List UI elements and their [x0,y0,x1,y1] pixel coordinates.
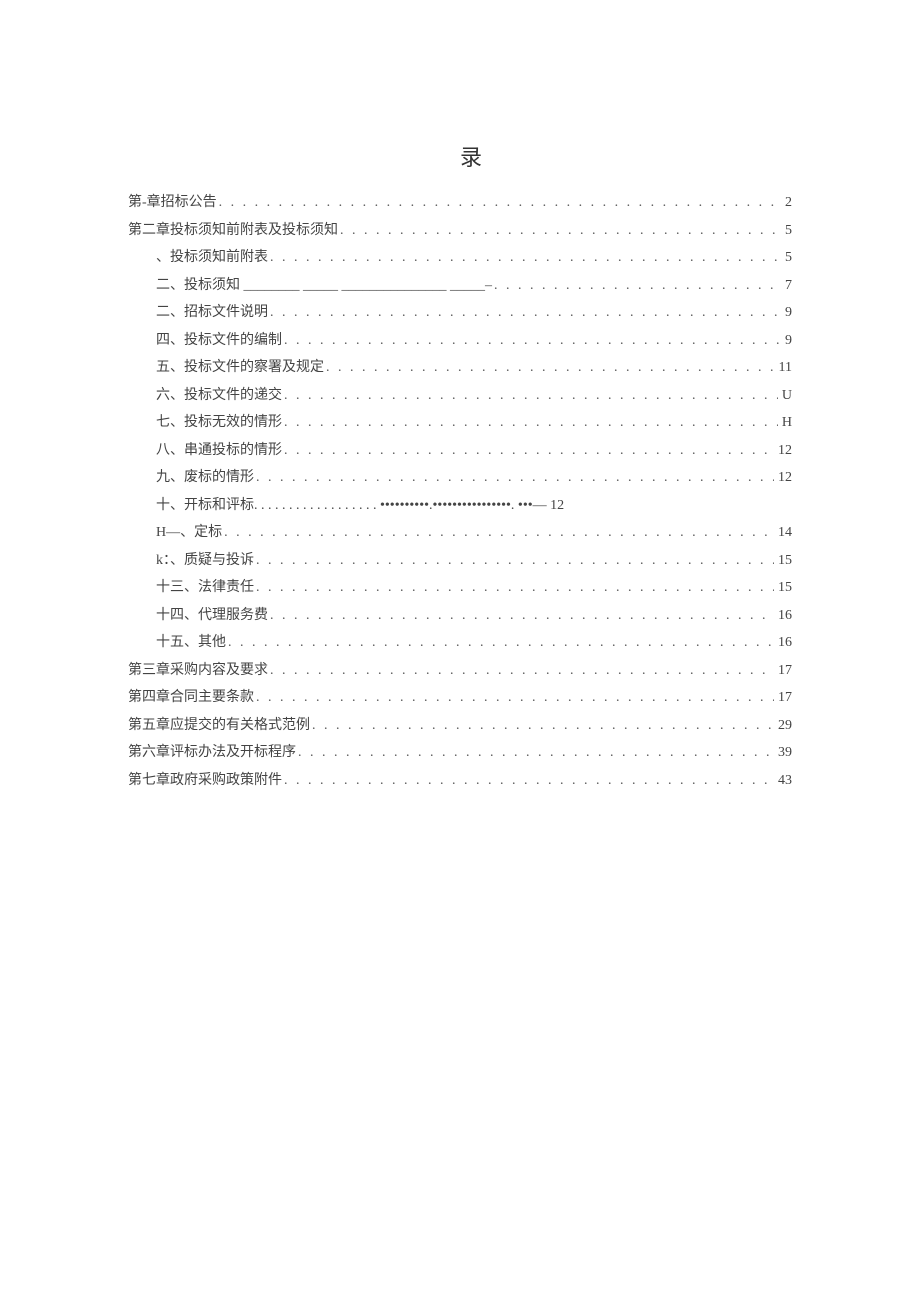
toc-page-number: 5 [783,224,792,238]
toc-page-number: 43 [776,774,792,788]
toc-leader [270,609,774,623]
toc-title: 录 [128,140,792,172]
toc-entry-label: 第四章合同主要条款 [128,691,254,705]
toc-entry-label: 五、投标文件的察署及规定 [156,361,324,375]
toc-leader [224,526,774,540]
toc-page-number: 29 [776,719,792,733]
toc-leader [284,416,778,430]
toc-page-number: H [780,416,792,430]
toc-leader [312,719,774,733]
toc-row: 第-章招标公告 2 [128,196,792,210]
toc-row: 四、投标文件的编制 9 [128,334,792,348]
toc-leader [219,196,781,210]
toc-row: 十五、其他 16 [128,636,792,650]
toc-page-number: 17 [776,691,792,705]
toc-entry-label: 九、废标的情形 [156,471,254,485]
toc-entry-label: 第六章评标办法及开标程序 [128,746,296,760]
toc-row: 、投标须知前附表 5 [128,251,792,265]
toc-row: H—、定标 14 [128,526,792,540]
toc-leader [284,774,774,788]
toc-page-number: 14 [776,526,792,540]
toc-row: 第七章政府采购政策附件 43 [128,774,792,788]
toc-row: 第六章评标办法及开标程序 39 [128,746,792,760]
toc-row: 第三章采购内容及要求 17 [128,664,792,678]
toc-page-number: 15 [776,581,792,595]
toc-page-number: U [780,389,792,403]
toc-leader [284,334,781,348]
toc-leader [256,691,774,705]
toc-leader [298,746,774,760]
toc-entry-label: H—、定标 [156,526,222,540]
toc-leader [256,581,774,595]
toc-leader [270,251,781,265]
toc-leader [284,389,778,403]
toc-row: 十、开标和评标. . . . . . . . . . . . . . . . .… [128,499,792,513]
toc-page-number: 16 [776,636,792,650]
toc-entry-label: 十、开标和评标. . . . . . . . . . . . . . . . .… [156,499,564,513]
toc-row: 九、废标的情形 12 [128,471,792,485]
toc-entry-label: 七、投标无效的情形 [156,416,282,430]
toc-page-number: 9 [783,334,792,348]
toc-page-number: 11 [777,361,792,375]
toc-row: k：、质疑与投诉 15 [128,554,792,568]
toc-leader [270,664,774,678]
toc-leader [270,306,781,320]
toc-page-number: 2 [783,196,792,210]
toc-leader [494,279,781,293]
toc-page-number: 39 [776,746,792,760]
toc-row: 五、投标文件的察署及规定 11 [128,361,792,375]
toc-page-number: 17 [776,664,792,678]
toc-entry-label: k：、质疑与投诉 [156,554,254,568]
toc-leader [256,554,774,568]
toc-entry-label: 八、串通投标的情形 [156,444,282,458]
toc-row: 六、投标文件的递交 U [128,389,792,403]
toc-row: 八、串通投标的情形 12 [128,444,792,458]
toc-entry-label: 十三、法律责任 [156,581,254,595]
toc-entry-label: 十四、代理服务费 [156,609,268,623]
toc-row: 二、招标文件说明 9 [128,306,792,320]
toc-page-number: 7 [783,279,792,293]
toc-page-number: 12 [776,471,792,485]
toc-entry-label: 、投标须知前附表 [156,251,268,265]
toc-entry-label: 十五、其他 [156,636,226,650]
toc-entry-label: 六、投标文件的递交 [156,389,282,403]
toc-entry-label: 第七章政府采购政策附件 [128,774,282,788]
toc-row: 十四、代理服务费 16 [128,609,792,623]
toc-leader [284,444,774,458]
toc-entry-label: 第-章招标公告 [128,196,217,210]
toc-entry-label: 二、投标须知 ________ _____ _______________ __… [156,279,492,293]
toc-page-number: 16 [776,609,792,623]
toc-page-number: 9 [783,306,792,320]
toc-leader [228,636,774,650]
toc-leader [340,224,781,238]
toc-entry-label: 二、招标文件说明 [156,306,268,320]
toc-row: 第四章合同主要条款 17 [128,691,792,705]
toc-entry-label: 第三章采购内容及要求 [128,664,268,678]
toc-row: 二、投标须知 ________ _____ _______________ __… [128,279,792,293]
toc-entry-label: 四、投标文件的编制 [156,334,282,348]
toc-row: 第五章应提交的有关格式范例 29 [128,719,792,733]
toc-page-number: 15 [776,554,792,568]
toc-page-number: 12 [776,444,792,458]
toc-entry-label: 第二章投标须知前附表及投标须知 [128,224,338,238]
toc-page-number: 5 [783,251,792,265]
toc-leader [326,361,775,375]
table-of-contents: 第-章招标公告 2 第二章投标须知前附表及投标须知 5 、投标须知前附表 5 二、投标须知 … [128,196,792,788]
toc-row: 第二章投标须知前附表及投标须知 5 [128,224,792,238]
toc-leader [256,471,774,485]
toc-entry-label: 第五章应提交的有关格式范例 [128,719,310,733]
toc-row: 七、投标无效的情形 H [128,416,792,430]
toc-row: 十三、法律责任 15 [128,581,792,595]
